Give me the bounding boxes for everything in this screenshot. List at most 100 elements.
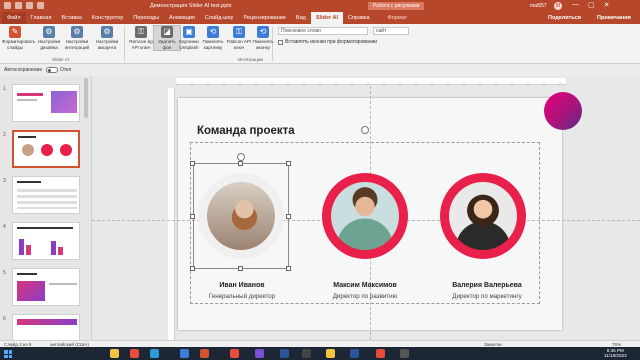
tab-slider-ai[interactable]: Slider AI <box>310 12 343 24</box>
thumbnail-photo <box>41 144 53 156</box>
thumbnail-slide-3[interactable] <box>12 176 80 214</box>
browser-icon[interactable] <box>130 349 139 358</box>
resize-handle[interactable] <box>190 266 195 271</box>
resize-handle[interactable] <box>286 161 291 166</box>
document-title: Демонстрация Slider AI test.pptx <box>150 3 232 9</box>
tab-help[interactable]: Справка <box>343 12 375 24</box>
horizontal-ruler <box>176 78 566 85</box>
comments-button[interactable]: Примечания <box>592 12 636 24</box>
tab-file[interactable]: Файл <box>2 12 26 24</box>
thumbnail-title-bar <box>17 273 37 275</box>
person-photo[interactable] <box>449 182 517 250</box>
checkbox-icon[interactable] <box>278 39 283 45</box>
start-slideshow-icon[interactable] <box>37 2 44 9</box>
resize-handle[interactable] <box>190 214 195 219</box>
terminal-icon[interactable] <box>302 349 311 358</box>
insert-icons-checkbox[interactable]: Вставлять иконки при форматировании <box>278 39 377 45</box>
ruler-ticks <box>176 82 561 84</box>
tab-insert[interactable]: Вставка <box>56 12 86 24</box>
opera-icon[interactable] <box>376 349 385 358</box>
slide-title[interactable]: Команда проекта <box>197 125 295 137</box>
powerpoint-icon[interactable] <box>200 349 209 358</box>
decorative-gradient-circle[interactable] <box>544 92 582 130</box>
rotate-group-icon[interactable] <box>361 126 369 134</box>
person-photo-frame[interactable] <box>322 173 408 259</box>
telegram-icon[interactable] <box>150 349 159 358</box>
thumbnail-slide-2[interactable] <box>12 130 80 168</box>
app-icon[interactable] <box>180 349 189 358</box>
ribbon-separator <box>124 27 125 61</box>
tab-format[interactable]: Формат <box>383 12 413 24</box>
pinned-app-icon[interactable] <box>350 349 359 358</box>
person-name[interactable]: Валерия Валерьева <box>427 282 547 289</box>
checkbox-label: Вставлять иконки при форматировании <box>285 39 378 45</box>
tab-home[interactable]: Главная <box>26 12 57 24</box>
person-name[interactable]: Иван Иванов <box>182 282 302 289</box>
autosave-label: Автосохранение <box>4 67 43 73</box>
resize-handle[interactable] <box>190 161 195 166</box>
clock[interactable]: 6:45 PM 11/16/2023 <box>604 348 627 358</box>
search-input[interactable]: Поисковое слово <box>278 27 368 35</box>
ribbon-button-9[interactable]: ⚿ Flaticon API ключ <box>226 26 252 50</box>
undo-icon[interactable] <box>15 2 22 9</box>
rotate-image-icon[interactable] <box>237 153 245 161</box>
thumbnail-number: 1 <box>3 86 6 92</box>
tab-transitions[interactable]: Переходы <box>128 12 164 24</box>
tab-view[interactable]: Вид <box>291 12 311 24</box>
thumbnail-bar <box>19 239 24 255</box>
ribbon-button-8[interactable]: ⟲ Поменять картинку <box>200 26 226 50</box>
thumbnails-scrollbar[interactable] <box>84 78 88 118</box>
folder-icon[interactable] <box>326 349 335 358</box>
thumbnail-slide-4[interactable] <box>12 222 80 260</box>
media-icon[interactable] <box>400 349 409 358</box>
ribbon-button-1[interactable]: ✎ Форматировать слайды <box>2 26 35 50</box>
thumbnail-text-line <box>49 283 77 285</box>
person-role[interactable]: Директор по маркетингу <box>427 293 547 300</box>
autosave-bar: Автосохранение Откл <box>0 64 640 76</box>
thumbnail-slide-1[interactable] <box>12 84 80 122</box>
ribbon-button-5[interactable]: ⚿ Remove.bg API ключ <box>128 26 154 50</box>
avatar[interactable]: M <box>554 2 562 10</box>
ribbon-button-label: Поменять иконку <box>252 39 274 50</box>
ribbon-button-2[interactable]: ⚙ Настройки дизайна <box>36 26 62 50</box>
site-input[interactable]: сайт <box>373 27 409 35</box>
minimize-button[interactable]: — <box>572 1 579 9</box>
close-button[interactable]: ✕ <box>604 1 610 9</box>
maximize-button[interactable]: ▢ <box>588 1 595 9</box>
resize-handle[interactable] <box>238 266 243 271</box>
tab-review[interactable]: Рецензирование <box>238 12 290 24</box>
autosave-toggle[interactable] <box>46 67 58 73</box>
unsplash-icon: ▣ <box>183 26 195 38</box>
resize-handle[interactable] <box>286 214 291 219</box>
start-menu-icon[interactable] <box>4 350 12 358</box>
file-explorer-icon[interactable] <box>110 349 119 358</box>
tab-slideshow[interactable]: Слайд-шоу <box>200 12 239 24</box>
user-name[interactable]: mat557 <box>530 3 547 9</box>
ribbon-button-10[interactable]: ⟲ Поменять иконку <box>250 26 276 50</box>
thumbnail-slide-5[interactable] <box>12 268 80 306</box>
thumbnail-slide-6[interactable] <box>12 314 80 340</box>
word-icon[interactable] <box>280 349 289 358</box>
resize-handle[interactable] <box>286 266 291 271</box>
thumbnail-bar <box>26 245 31 255</box>
tab-animations[interactable]: Анимация <box>164 12 200 24</box>
save-icon[interactable] <box>4 2 11 9</box>
person-role[interactable]: Директор по развитию <box>305 293 425 300</box>
ribbon-button-7[interactable]: ▣ Картинки Unsplash <box>176 26 202 50</box>
share-button[interactable]: Поделиться <box>543 12 586 24</box>
person-photo-frame[interactable] <box>440 173 526 259</box>
tab-design[interactable]: Конструктор <box>87 12 128 24</box>
title-bar: Демонстрация Slider AI test.pptx Работа … <box>0 0 640 12</box>
ribbon-button-label: Картинки Unsplash <box>179 39 199 50</box>
chrome-icon[interactable] <box>230 349 239 358</box>
person-photo[interactable] <box>331 182 399 250</box>
person-role[interactable]: Генеральный директор <box>182 293 302 300</box>
visual-studio-icon[interactable] <box>255 349 264 358</box>
taskbar: 6:45 PM 11/16/2023 <box>0 347 640 360</box>
ribbon-button-4[interactable]: ⚙ Настройки аккаунта <box>94 26 120 50</box>
ribbon-button-3[interactable]: ⚙ Настройки интеграций <box>64 26 90 50</box>
image-selection-box[interactable] <box>193 163 289 269</box>
redo-icon[interactable] <box>26 2 33 9</box>
resize-handle[interactable] <box>238 161 243 166</box>
person-name[interactable]: Максим Максимов <box>305 282 425 289</box>
